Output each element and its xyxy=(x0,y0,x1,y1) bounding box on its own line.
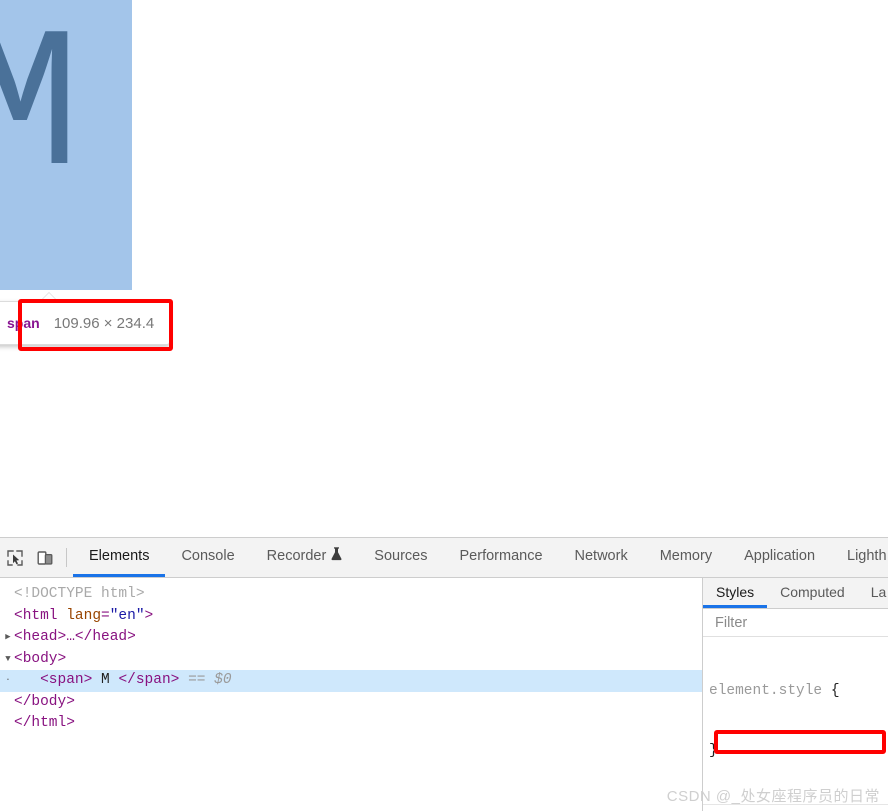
tab-memory-label: Memory xyxy=(659,548,713,564)
span-open-token: <span> xyxy=(40,672,93,688)
highlight-tag-label: span xyxy=(7,315,40,331)
tab-memory[interactable]: Memory xyxy=(644,538,728,577)
html-lang-attr-value: "en" xyxy=(109,607,145,624)
dom-row-html-open[interactable]: <html lang = "en" > xyxy=(0,606,702,628)
html-open-token: <html xyxy=(14,607,58,624)
tab-layout-label: La xyxy=(870,583,887,600)
tab-console[interactable]: Console xyxy=(165,538,250,577)
tab-performance[interactable]: Performance xyxy=(444,538,559,577)
tab-lighthouse-label: Lighth xyxy=(847,548,887,564)
rule-close-line: } xyxy=(709,741,888,761)
tab-layout[interactable]: La xyxy=(858,578,888,608)
tab-computed-label: Computed xyxy=(780,583,845,600)
tab-styles-label: Styles xyxy=(716,583,755,600)
dom-row-span-selected[interactable]: · <span> M </span> == $0 xyxy=(0,670,702,692)
tab-performance-label: Performance xyxy=(459,548,543,564)
space2 xyxy=(110,670,119,692)
tab-styles[interactable]: Styles xyxy=(703,578,768,608)
toolbar-divider xyxy=(66,548,67,567)
tab-network-label: Network xyxy=(574,548,628,564)
dom-row-body-close[interactable]: </body> xyxy=(0,692,702,714)
device-toolbar-icon[interactable] xyxy=(30,538,60,577)
highlight-info-tooltip: span 109.96 × 234.4 xyxy=(0,301,170,345)
tab-application[interactable]: Application xyxy=(728,538,831,577)
devtools-element-highlight-box: M xyxy=(0,0,132,290)
devtools-toolbar: Elements Console Recorder Sources Perfor… xyxy=(0,538,888,578)
chevron-down-icon[interactable]: ▼ xyxy=(2,649,14,671)
selected-node-ref: == $0 xyxy=(188,672,232,688)
close-brace: } xyxy=(709,743,718,759)
open-brace: { xyxy=(830,683,840,699)
dom-row-head[interactable]: ▶ <head>…</head> xyxy=(0,627,702,649)
rule-selector-line: element.style { xyxy=(709,681,888,701)
head-token: <head>…</head> xyxy=(14,629,136,645)
span-text-value: M xyxy=(101,672,110,688)
tab-network[interactable]: Network xyxy=(559,538,644,577)
space3 xyxy=(179,670,188,692)
dom-row-html-close[interactable]: </html> xyxy=(0,713,702,735)
tab-recorder[interactable]: Recorder xyxy=(251,538,359,577)
styles-tab-list: Styles Computed La xyxy=(703,578,888,609)
body-close-token: </body> xyxy=(14,693,75,710)
doctype-token: <!DOCTYPE html> xyxy=(14,586,145,602)
inspect-cursor-icon[interactable] xyxy=(0,538,30,577)
devtools-tab-list: Elements Console Recorder Sources Perfor… xyxy=(73,538,888,577)
chevron-right-icon[interactable]: ▶ xyxy=(2,627,14,649)
devtools-body: <!DOCTYPE html> <html lang = "en" > ▶ <head>… xyxy=(0,578,888,811)
tab-sources[interactable]: Sources xyxy=(358,538,443,577)
rule-element-style[interactable]: element.style { } xyxy=(703,639,888,805)
body-open-token: <body> xyxy=(14,650,67,667)
highlight-dimensions-label: 109.96 × 234.4 xyxy=(53,314,155,332)
html-lang-attr-name: lang xyxy=(66,607,102,624)
tab-console-label: Console xyxy=(181,548,235,564)
span-text-node xyxy=(92,670,101,692)
tab-elements[interactable]: Elements xyxy=(73,538,166,577)
tab-recorder-label: Recorder xyxy=(266,548,327,564)
tab-application-label: Application xyxy=(744,548,816,564)
screen-root: M span 109.96 × 234.4 Elements Console R… xyxy=(0,0,888,811)
browser-viewport: M span 109.96 × 234.4 xyxy=(0,0,888,537)
html-close-token: </html> xyxy=(14,715,75,731)
devtools-panel: Elements Console Recorder Sources Perfor… xyxy=(0,537,888,811)
tab-elements-label: Elements xyxy=(89,548,150,564)
flask-icon xyxy=(331,547,342,565)
styles-filter-placeholder: Filter xyxy=(715,614,748,631)
span-glyph-text: M xyxy=(0,0,81,224)
span-close-token: </span> xyxy=(118,672,180,688)
gt: > xyxy=(144,607,154,624)
tab-sources-label: Sources xyxy=(374,548,428,564)
styles-panel: Styles Computed La Filter element.style … xyxy=(703,578,888,811)
element-style-selector[interactable]: element.style xyxy=(709,683,822,699)
tab-lighthouse[interactable]: Lighth xyxy=(831,538,888,577)
dom-tree-panel[interactable]: <!DOCTYPE html> <html lang = "en" > ▶ <head>… xyxy=(0,578,702,811)
csdn-watermark: CSDN @_处女座程序员的日常 xyxy=(666,788,880,805)
equals: = xyxy=(101,607,110,624)
styles-filter-input[interactable]: Filter xyxy=(703,609,888,637)
dom-row-body-open[interactable]: ▼ <body> xyxy=(0,649,702,671)
selected-row-marker-icon: · xyxy=(5,675,11,685)
sp xyxy=(822,683,831,699)
dom-row-doctype[interactable]: <!DOCTYPE html> xyxy=(0,584,702,606)
tab-computed[interactable]: Computed xyxy=(767,578,858,608)
